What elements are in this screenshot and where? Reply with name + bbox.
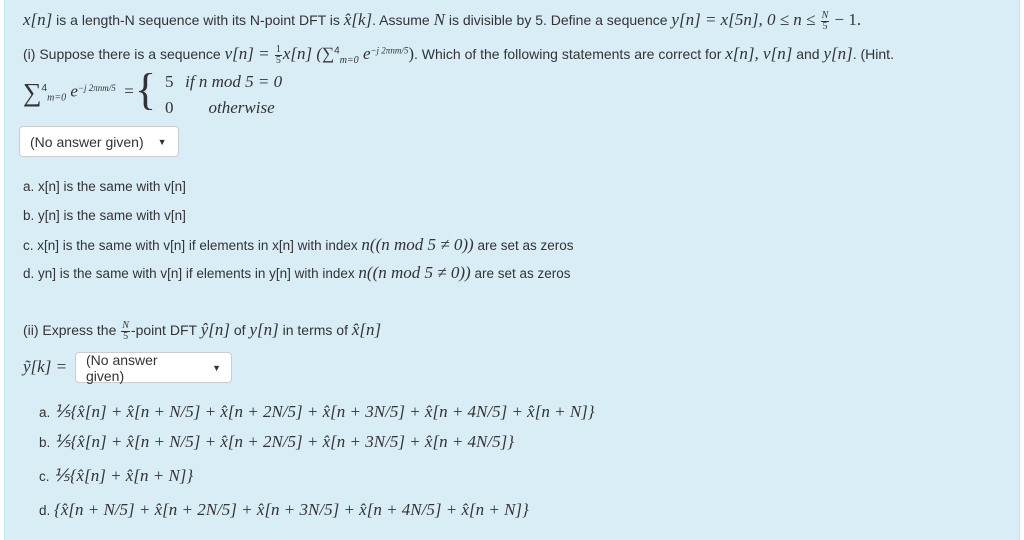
fraction-N-over-5: N5 — [820, 9, 830, 32]
dropdown-arrow-icon: ▼ — [212, 362, 221, 373]
fraction-N-over-5: N5 — [121, 320, 130, 342]
part1-question-text: . Which of the following statements are … — [414, 46, 726, 62]
case1-condition: if n mod 5 = 0 — [185, 72, 283, 91]
sum-symbol: ∑ — [23, 78, 42, 107]
option-letter: d. — [39, 503, 51, 518]
part1-option-b: b. y[n] is the same with v[n] — [23, 208, 186, 223]
option-letter: a. — [39, 405, 51, 420]
math-xhat: x̂[n] — [351, 320, 382, 339]
math-vars: x[n], v[n] — [725, 44, 793, 63]
case2-condition: otherwise — [208, 98, 275, 117]
math-yn: y[n] — [249, 320, 279, 339]
part2-option-b: b. ⅕{x̂[n] + x̂[n + N/5] + x̂[n + 2N/5] … — [39, 432, 514, 452]
hint-case-1: 5 if n mod 5 = 0 — [165, 72, 282, 92]
dropdown-arrow-icon: ▼ — [157, 136, 167, 147]
option-tail: are set as zeros — [470, 266, 571, 281]
option-math: n((n mod 5 ≠ 0)) — [358, 263, 471, 282]
hint-sum-sub: m=0 — [47, 92, 67, 104]
math-x: x[n] — [23, 10, 53, 29]
case2-value: 0 — [165, 98, 174, 117]
part2-question: (ii) Express the N 5 -point DFT ŷ[n] of y[… — [23, 320, 381, 342]
math-y-tail: − 1. — [830, 10, 862, 29]
hint-label: . (Hint. — [852, 46, 894, 62]
option-letter: b. — [23, 208, 35, 223]
option-letter: c. — [23, 238, 34, 253]
math-yhat: ŷ[n] — [200, 320, 230, 339]
part2-option-c: c. ⅕{x̂[n] + x̂[n + N]} — [39, 466, 193, 486]
part2-answer-select[interactable]: (No answer given) ▼ — [75, 351, 232, 384]
math-xhat: x̂[k] — [343, 10, 373, 29]
math-exp: e — [358, 44, 371, 63]
frac-den: 5 — [123, 330, 129, 342]
hint-exp-power: −j 2πnm/5 — [77, 83, 116, 94]
sum-sub: m=0 — [339, 54, 359, 66]
math-yvar: y[n] — [823, 44, 853, 63]
of-text: of — [229, 322, 250, 338]
part2-option-a: a. ⅕{x̂[n] + x̂[n + N/5] + x̂[n + 2N/5] … — [39, 402, 595, 422]
part1-answer-select[interactable]: (No answer given) ▼ — [19, 126, 179, 157]
option-expr: ⅕{x̂[n] + x̂[n + N]} — [53, 466, 194, 485]
part2-select-value: (No answer given) — [86, 351, 158, 384]
question-panel: x[n] is a length-N sequence with its N-p… — [4, 0, 1020, 540]
part2-prefix: (ii) Express the — [23, 322, 121, 338]
intro-text-3: is divisible by 5. Define a sequence — [444, 12, 672, 28]
fraction-1-over-5: 15 — [274, 43, 282, 66]
math-y-def: y[n] = x[5n], 0 ≤ n ≤ — [671, 10, 820, 29]
intro-text-2: . Assume — [372, 12, 434, 28]
part1-option-a: a. x[n] is the same with v[n] — [23, 179, 186, 194]
part1-question: (i) Suppose there is a sequence v[n] = 1… — [23, 44, 894, 66]
option-text: x[n] is the same with v[n] if elements i… — [37, 238, 362, 253]
exp-power: −j 2πnm/5 — [370, 45, 409, 56]
option-letter: b. — [39, 435, 51, 450]
part2-option-d: d. {x̂[n + N/5] + x̂[n + 2N/5] + x̂[n + … — [39, 500, 529, 520]
option-letter: c. — [39, 469, 50, 484]
option-letter: a. — [23, 179, 35, 194]
option-tail: are set as zeros — [473, 238, 574, 253]
math-v-def: v[n] = — [224, 44, 274, 63]
option-expr: ⅕{x̂[n] + x̂[n + N/5] + x̂[n + 2N/5] + x… — [54, 402, 595, 421]
option-expr: ⅕{x̂[n] + x̂[n + N/5] + x̂[n + 2N/5] + x… — [54, 432, 515, 451]
terms-text: in terms of — [278, 322, 352, 338]
and-text: and — [792, 46, 824, 62]
part1-option-d: d. yn] is the same with v[n] if elements… — [23, 263, 570, 283]
option-text: y[n] is the same with v[n] — [38, 208, 186, 223]
hint-formula: ∑4m=0 e−j 2πnm/5 = — [23, 78, 134, 107]
intro-text: is a length-N sequence with its N-point … — [52, 12, 344, 28]
option-text: yn] is the same with v[n] if elements in… — [38, 266, 359, 281]
part1-option-c: c. x[n] is the same with v[n] if element… — [23, 235, 573, 255]
option-expr: {x̂[n + N/5] + x̂[n + 2N/5] + x̂[n + 3N/… — [54, 500, 529, 519]
case1-value: 5 — [165, 72, 174, 91]
intro-line: x[n] is a length-N sequence with its N-p… — [23, 10, 861, 32]
option-math: n((n mod 5 ≠ 0)) — [361, 235, 474, 254]
part1-select-value: (No answer given) — [30, 133, 144, 150]
case-brace: { — [135, 65, 157, 114]
part2-lhs: ỹ[k] = — [23, 357, 67, 377]
math-ytilde: ỹ[k] = — [23, 357, 68, 376]
option-text: x[n] is the same with v[n] — [38, 179, 186, 194]
hint-case-2: 0 otherwise — [165, 98, 275, 118]
math-N: N — [433, 10, 445, 29]
math-v-expr: x[n] (∑ — [282, 44, 335, 63]
option-letter: d. — [23, 266, 35, 281]
part2-mid: -point DFT — [130, 322, 201, 338]
part1-prefix: (i) Suppose there is a sequence — [23, 46, 225, 62]
